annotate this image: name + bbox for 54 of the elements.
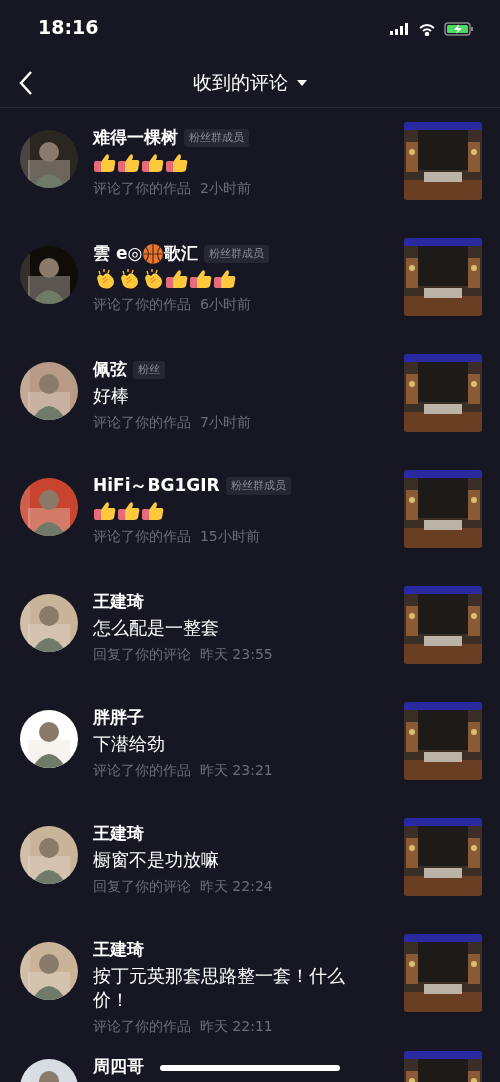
thumbs-up-icon: [117, 152, 141, 174]
user-name: 雲 e◎: [93, 242, 143, 266]
comment-meta: 评论了你的作品 15小时前: [93, 527, 261, 546]
thumbs-up-icon: [141, 500, 165, 522]
thumbs-up-icon: [213, 268, 237, 290]
user-name: 周四哥: [93, 1055, 144, 1079]
thumbs-up-icon: [93, 500, 117, 522]
comment-meta: 评论了你的作品 6小时前: [93, 295, 252, 314]
comment-text: 橱窗不是功放嘛: [93, 848, 219, 872]
comment-item[interactable]: 难得一棵树 粉丝群成员 评论了你的作品 2小时前: [0, 108, 500, 224]
comment-item[interactable]: HiFi～BG1GIR 粉丝群成员 评论了你的作品 15小时前: [0, 456, 500, 572]
comment-meta: 评论了你的作品 7小时前: [93, 413, 252, 432]
thumbs-up-icon: [141, 152, 165, 174]
comment-meta: 评论了你的作品 昨天 23:21: [93, 761, 274, 780]
user-name: 难得一棵树: [93, 126, 178, 150]
fan-badge: 粉丝群成员: [204, 244, 270, 264]
status-time: 18:16: [38, 15, 99, 39]
comment-item[interactable]: 佩弦 粉丝 好棒 评论了你的作品 7小时前: [0, 340, 500, 456]
user-name: HiFi～BG1GIR: [93, 474, 220, 498]
user-name: 王建琦: [93, 590, 144, 614]
thumbs-up-icon: [165, 268, 189, 290]
comment-text: 怎么配是一整套: [93, 616, 219, 640]
signal-icon: [390, 23, 410, 35]
battery-icon: [444, 22, 474, 36]
user-name: 歌汇: [164, 242, 199, 266]
comment-item[interactable]: 王建琦 橱窗不是功放嘛 回复了你的评论 昨天 22:24: [0, 804, 500, 920]
user-name: 佩弦: [93, 358, 127, 382]
back-button[interactable]: [18, 70, 34, 96]
comment-text: 下潜给劲: [93, 732, 165, 756]
title-dropdown[interactable]: 收到的评论: [192, 68, 308, 97]
basketball-icon: [142, 243, 165, 265]
comment-meta: 评论了你的作品 昨天 22:11: [93, 1017, 274, 1036]
comment-text: 按丁元英那套思路整一套！什么价！: [93, 964, 346, 1012]
fan-badge: 粉丝: [133, 360, 165, 380]
comment-item[interactable]: 王建琦 怎么配是一整套 回复了你的评论 昨天 23:55: [0, 572, 500, 688]
thumbs-up-icon: [93, 152, 117, 174]
fan-badge: 粉丝群成员: [225, 476, 291, 496]
comment-meta: 回复了你的评论 昨天 23:55: [93, 645, 274, 664]
wifi-icon: [418, 22, 436, 36]
thumbs-up-icon: [189, 268, 213, 290]
back-icon: [18, 70, 34, 96]
user-name: 胖胖子: [93, 706, 144, 730]
user-name: 王建琦: [93, 822, 144, 846]
comment-item[interactable]: 雲 e◎ 歌汇 粉丝群成员 评论了你的作品 6小时前: [0, 224, 500, 340]
thumbs-up-icon: [117, 500, 141, 522]
comment-meta: 评论了你的作品 2小时前: [93, 179, 252, 198]
comment-item[interactable]: 王建琦 按丁元英那套思路整一套！什么价！ 评论了你的作品 昨天 22:11: [0, 920, 500, 1037]
comment-text: 好棒: [93, 384, 129, 408]
caret-icon: [295, 78, 308, 87]
comment-meta: 回复了你的评论 昨天 22:24: [93, 877, 274, 896]
fan-badge: 粉丝群成员: [184, 128, 249, 148]
user-name: 王建琦: [93, 938, 144, 962]
thumbs-up-icon: [165, 152, 189, 174]
comment-item[interactable]: 胖胖子 下潜给劲 评论了你的作品 昨天 23:21: [0, 688, 500, 804]
